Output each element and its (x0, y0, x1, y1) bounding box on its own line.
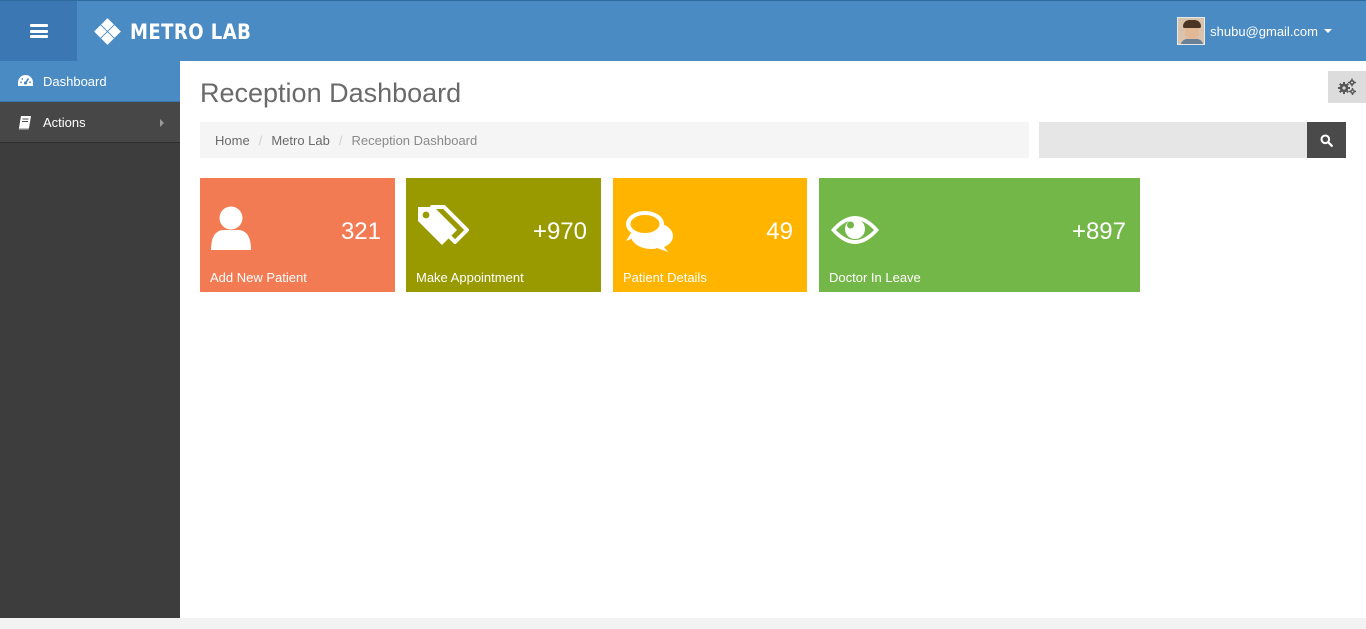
tile-count: 49 (766, 218, 793, 245)
brand-logo[interactable]: METRO LAB (94, 18, 271, 46)
breadcrumb-metro-lab[interactable]: Metro Lab (271, 133, 330, 148)
menu-toggle-button[interactable] (0, 1, 77, 61)
user-icon (211, 206, 251, 250)
tile-count: +970 (532, 218, 587, 245)
caret-down-icon (1324, 29, 1332, 33)
eye-icon (831, 216, 879, 244)
avatar (1177, 17, 1206, 45)
breadcrumb-separator: / (258, 132, 263, 148)
search-input[interactable] (1039, 122, 1307, 158)
sidebar-item-label: Actions (43, 114, 86, 130)
book-icon (16, 114, 34, 130)
breadcrumb-home[interactable]: Home (215, 133, 250, 148)
sidebar: Dashboard Actions (0, 61, 180, 618)
search-button[interactable] (1307, 122, 1346, 158)
chevron-right-icon (160, 119, 164, 127)
breadcrumb: Home / Metro Lab / Reception Dashboard (200, 122, 1029, 158)
user-menu[interactable]: shubu@gmail.com (1177, 17, 1332, 45)
tile-make-appointment[interactable]: +970 Make Appointment (406, 178, 601, 292)
breadcrumb-current: Reception Dashboard (351, 132, 478, 148)
sidebar-item-dashboard[interactable]: Dashboard (0, 61, 180, 102)
tile-count: +897 (1071, 218, 1126, 245)
tile-count: 321 (340, 218, 381, 245)
settings-button[interactable] (1328, 71, 1366, 103)
tile-patient-details[interactable]: 49 Patient Details (613, 178, 807, 292)
user-email: shubu@gmail.com (1210, 23, 1318, 39)
tile-label: Doctor In Leave (829, 270, 921, 285)
hamburger-icon (29, 24, 48, 38)
breadcrumb-separator: / (338, 132, 343, 148)
sidebar-item-label: Dashboard (43, 73, 107, 89)
tile-doctor-in-leave[interactable]: +897 Doctor In Leave (819, 178, 1140, 292)
gears-icon (1338, 78, 1356, 95)
dashboard-icon (16, 73, 34, 89)
tile-add-new-patient[interactable]: 321 Add New Patient (200, 178, 395, 292)
tile-label: Make Appointment (416, 270, 524, 285)
tile-label: Add New Patient (210, 270, 307, 285)
top-navbar: METRO LAB shubu@gmail.com (0, 0, 1366, 61)
comments-icon (626, 211, 673, 252)
tags-icon (418, 205, 469, 245)
page-title: Reception Dashboard (200, 78, 462, 108)
tile-label: Patient Details (623, 270, 707, 285)
sidebar-item-actions[interactable]: Actions (0, 102, 180, 143)
brand-name: METRO LAB (130, 20, 252, 44)
diamond-logo-icon (94, 18, 121, 45)
footer-strip (0, 618, 1366, 629)
search-icon (1320, 134, 1333, 147)
